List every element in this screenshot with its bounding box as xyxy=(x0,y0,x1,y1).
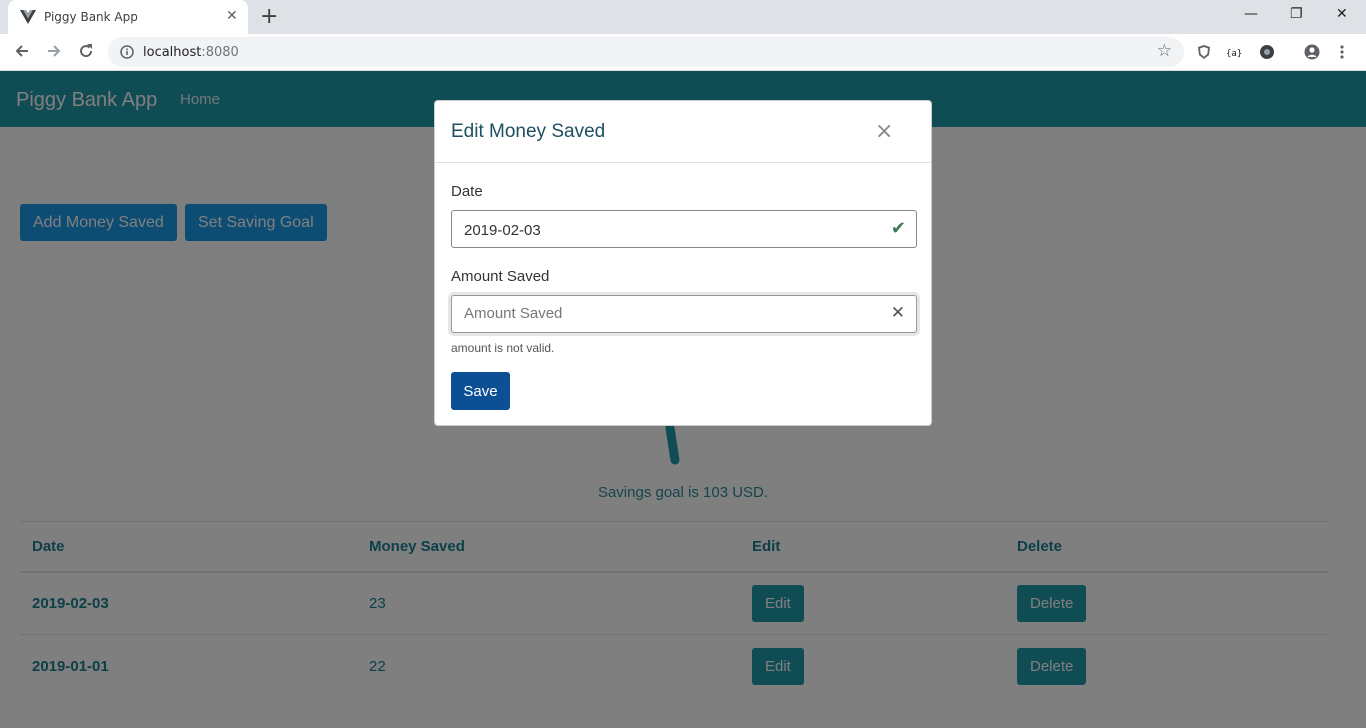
ublock-extension-icon[interactable] xyxy=(1196,44,1212,60)
address-bar[interactable]: localhost:8080 ☆ xyxy=(108,37,1184,67)
date-value: 2019-02-03 xyxy=(464,222,541,239)
amount-field[interactable]: ✕ xyxy=(451,295,917,333)
modal-close-icon[interactable]: × xyxy=(875,119,893,144)
amount-feedback: amount is not valid. xyxy=(451,341,555,355)
amount-input[interactable] xyxy=(464,305,864,322)
modal-header: Edit Money Saved × xyxy=(435,101,931,163)
menu-icon[interactable] xyxy=(1334,44,1350,60)
star-icon[interactable]: ☆ xyxy=(1157,41,1172,61)
browser-tab[interactable]: Piggy Bank App ✕ xyxy=(8,0,248,34)
profile-icon[interactable] xyxy=(1304,44,1320,60)
url-text: localhost:8080 xyxy=(143,45,239,60)
valid-check-icon: ✔ xyxy=(890,218,906,239)
date-field[interactable]: 2019-02-03 ✔ xyxy=(451,210,917,248)
date-label: Date xyxy=(451,183,483,200)
new-tab-button[interactable]: + xyxy=(260,4,278,29)
forward-icon[interactable] xyxy=(44,41,64,61)
back-icon[interactable] xyxy=(12,41,32,61)
edit-money-modal: Edit Money Saved × Date 2019-02-03 ✔ Amo… xyxy=(434,100,932,426)
info-icon[interactable] xyxy=(120,45,134,59)
save-button[interactable]: Save xyxy=(451,372,510,410)
amount-label: Amount Saved xyxy=(451,268,550,285)
restore-icon[interactable]: ❐ xyxy=(1290,6,1303,22)
vue-logo-icon xyxy=(20,10,36,24)
browser-tabstrip: Piggy Bank App ✕ + — ❐ ✕ xyxy=(0,0,1366,34)
url-host: localhost xyxy=(143,45,202,60)
invalid-x-icon: ✕ xyxy=(890,303,905,323)
browser-toolbar: localhost:8080 ☆ {a} xyxy=(0,34,1366,71)
minimize-icon[interactable]: — xyxy=(1244,6,1258,22)
svg-text:{a}: {a} xyxy=(1226,49,1242,59)
window-close-icon[interactable]: ✕ xyxy=(1336,6,1348,22)
reload-icon[interactable] xyxy=(76,41,96,61)
tab-title: Piggy Bank App xyxy=(44,10,138,24)
page-content: Piggy Bank App Home Add Money Saved Set … xyxy=(0,71,1366,728)
vue-devtools-extension-icon[interactable] xyxy=(1259,44,1275,60)
url-port: :8080 xyxy=(201,45,239,60)
tab-close-icon[interactable]: ✕ xyxy=(226,8,238,24)
modal-title: Edit Money Saved xyxy=(451,121,606,142)
json-extension-icon[interactable]: {a} xyxy=(1226,44,1242,60)
